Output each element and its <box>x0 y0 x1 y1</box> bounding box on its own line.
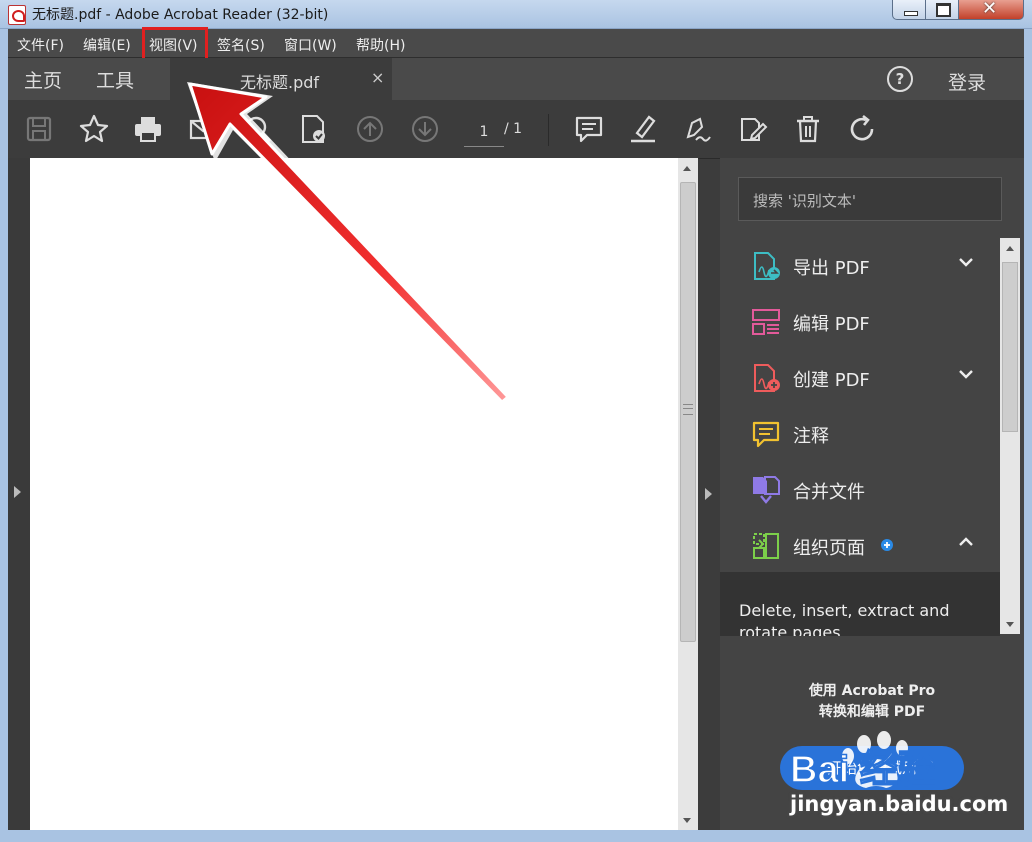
document-page[interactable] <box>30 158 678 830</box>
tab-tools[interactable]: 工具 <box>96 66 134 93</box>
comment-icon[interactable] <box>573 113 605 145</box>
help-icon[interactable]: ? <box>887 66 913 92</box>
combine-files-icon <box>753 476 780 504</box>
page-total: / 1 <box>504 121 523 137</box>
right-pane-collapse-icon[interactable] <box>705 488 712 500</box>
tab-home[interactable]: 主页 <box>24 66 62 93</box>
organize-pages-icon <box>753 533 779 559</box>
export-pdf-icon <box>754 252 780 280</box>
tool-description: Delete, insert, extract and rotate pages <box>739 601 950 636</box>
tool-label: 组织页面 <box>793 538 865 559</box>
tool-description-panel: Delete, insert, extract and rotate pages <box>720 572 1000 636</box>
chevron-up-icon[interactable] <box>956 532 976 552</box>
scroll-grip-icon <box>683 404 693 415</box>
sign-icon[interactable] <box>682 113 714 145</box>
menu-window[interactable]: 窗口(W) <box>284 35 337 55</box>
tool-label: 注释 <box>793 426 829 447</box>
save-icon[interactable] <box>23 113 55 145</box>
menu-help[interactable]: 帮助(H) <box>356 35 405 55</box>
close-icon: ✕ <box>982 0 998 19</box>
maximize-button[interactable] <box>925 0 959 20</box>
acrobat-app-icon <box>8 5 26 25</box>
tools-search-input[interactable]: 搜索 '识别文本' <box>738 177 1002 221</box>
maximize-icon <box>936 3 951 17</box>
window-border-right <box>1024 29 1032 842</box>
minimize-button[interactable] <box>892 0 926 20</box>
ocr-icon[interactable] <box>297 113 329 145</box>
print-icon[interactable] <box>132 113 164 145</box>
email-icon[interactable] <box>187 113 219 145</box>
page-down-icon[interactable] <box>409 113 441 145</box>
tools-scroll-thumb[interactable] <box>1002 262 1018 432</box>
watermark-site: jingyan.baidu.com <box>790 792 1009 816</box>
tool-combine-files[interactable]: 合并文件 <box>720 462 1000 518</box>
menu-sign[interactable]: 签名(S) <box>217 35 265 55</box>
tab-bar <box>0 58 1032 100</box>
tool-organize-pages[interactable]: 组织页面 <box>720 518 1000 574</box>
delete-icon[interactable] <box>792 113 824 145</box>
tool-comment[interactable]: 注释 <box>720 406 1000 462</box>
tool-label: 导出 PDF <box>793 258 870 279</box>
tool-label: 编辑 PDF <box>793 314 870 335</box>
tool-export-pdf[interactable]: 导出 PDF <box>720 238 1000 294</box>
tab-close-icon[interactable]: × <box>371 68 384 87</box>
window-border-left <box>0 29 8 842</box>
upsell-subtitle: 转换和编辑 PDF <box>818 704 926 720</box>
scroll-down-icon[interactable] <box>683 818 691 823</box>
menu-edit[interactable]: 编辑(E) <box>83 35 131 55</box>
create-pdf-icon <box>754 364 780 392</box>
tool-create-pdf[interactable]: 创建 PDF <box>720 350 1000 406</box>
login-button[interactable]: 登录 <box>948 68 986 95</box>
left-panel-expand-icon[interactable] <box>14 486 21 498</box>
scroll-up-icon[interactable] <box>1006 246 1014 251</box>
window-border-bottom <box>0 830 1032 842</box>
tool-label: 合并文件 <box>793 482 865 503</box>
minimize-icon <box>904 11 918 16</box>
upsell-title: 使用 Acrobat Pro <box>808 683 936 699</box>
page-number-input[interactable] <box>464 118 504 147</box>
highlight-icon[interactable] <box>627 113 659 145</box>
edit-pdf-icon <box>752 309 780 335</box>
menu-file[interactable]: 文件(F) <box>17 35 64 55</box>
zoom-icon[interactable] <box>242 113 274 145</box>
toolbar-separator <box>548 114 549 146</box>
tool-label: 创建 PDF <box>793 370 870 391</box>
scroll-up-icon[interactable] <box>683 166 691 171</box>
star-icon[interactable] <box>78 113 110 145</box>
tab-document-label[interactable]: 无标题.pdf <box>240 69 319 93</box>
new-feature-badge-icon <box>881 539 893 551</box>
tool-edit-pdf[interactable]: 编辑 PDF <box>720 294 1000 350</box>
chevron-down-icon[interactable] <box>956 364 976 384</box>
comment-tool-icon <box>752 421 780 448</box>
page-up-icon[interactable] <box>354 113 386 145</box>
rotate-icon[interactable] <box>846 113 878 145</box>
close-window-button[interactable]: ✕ <box>958 0 1024 20</box>
scroll-down-icon[interactable] <box>1006 622 1014 627</box>
window-title: 无标题.pdf - Adobe Acrobat Reader (32-bit) <box>32 7 329 23</box>
watermark-brand: Bai 经验 <box>790 749 936 791</box>
fill-sign-icon[interactable] <box>737 113 769 145</box>
chevron-down-icon[interactable] <box>956 252 976 272</box>
